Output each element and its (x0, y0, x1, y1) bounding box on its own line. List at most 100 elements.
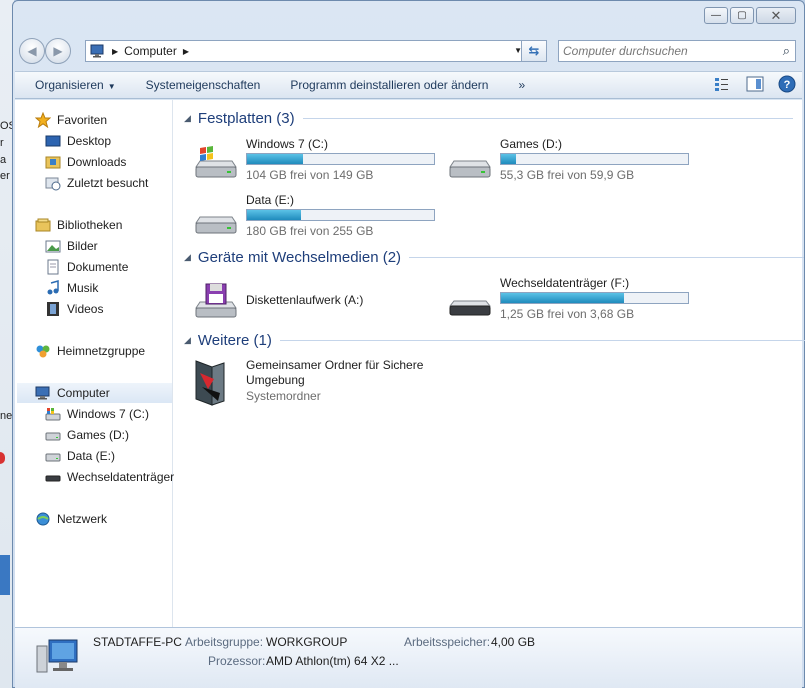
windows-drive-icon (45, 406, 61, 422)
group-header-hdd[interactable]: ◢ Festplatten (3) (184, 110, 793, 127)
nav-homegroup[interactable]: Heimnetzgruppe (35, 341, 145, 361)
nav-network[interactable]: Netzwerk (35, 509, 107, 529)
drive-name: Wechseldatenträger (F:) (500, 276, 630, 290)
address-bar: ◀ ▶ ▶ Computer ▶ ▼ ⇆ Computer durchsuche… (13, 37, 804, 65)
breadcrumb-arrow-icon[interactable]: ▶ (112, 47, 118, 56)
view-list-icon (715, 78, 728, 91)
processor-label: Prozessor: (208, 654, 266, 668)
drive-name: Games (D:) (500, 137, 563, 151)
nav-item-drive-c[interactable]: Windows 7 (C:) (45, 404, 149, 424)
nav-item-music[interactable]: Musik (45, 278, 98, 298)
nav-item-recent[interactable]: Zuletzt besucht (45, 173, 148, 193)
memory-label: Arbeitsspeicher: (404, 635, 491, 649)
background-text-fragment: ne (0, 410, 13, 422)
secure-folder-icon (195, 360, 225, 406)
background-icon-fragment (0, 452, 5, 464)
arrow-left-icon: ◀ (27, 44, 37, 58)
star-icon (35, 112, 51, 128)
nav-item-pictures[interactable]: Bilder (45, 236, 98, 256)
drive-usage-fill (247, 210, 302, 220)
hard-drive-icon (45, 448, 61, 464)
views-button[interactable] (714, 75, 732, 93)
computer-icon (36, 639, 78, 673)
documents-icon (45, 259, 61, 275)
help-icon: ? (778, 75, 796, 93)
nav-item-drive-e[interactable]: Data (E:) (45, 446, 115, 466)
maximize-button[interactable]: ▢ (730, 7, 754, 24)
address-field[interactable]: ▶ Computer ▶ ▼ (85, 40, 529, 62)
windows-drive-icon (195, 146, 237, 178)
close-button[interactable]: ✕ (756, 7, 796, 24)
nav-item-documents[interactable]: Dokumente (45, 257, 128, 277)
group-divider (279, 340, 805, 341)
collapse-triangle-icon[interactable]: ◢ (184, 335, 191, 346)
system-folder-item[interactable]: Gemeinsamer Ordner für Sichere Umgebung … (192, 358, 442, 412)
preview-pane-button[interactable] (746, 75, 764, 93)
workgroup-label: Arbeitsgruppe: (185, 635, 264, 649)
nav-item-label: Windows 7 (C:) (67, 407, 150, 421)
refresh-icon: ⇆ (528, 43, 540, 58)
nav-libraries-label: Bibliotheken (57, 218, 123, 232)
uninstall-program-button[interactable]: Programm deinstallieren oder ändern (275, 78, 503, 92)
search-input[interactable]: Computer durchsuchen ⌕ (558, 40, 796, 62)
collapse-triangle-icon[interactable]: ◢ (184, 252, 191, 263)
search-placeholder: Computer durchsuchen (563, 44, 688, 58)
back-button[interactable]: ◀ (19, 38, 45, 64)
drive-item[interactable]: Data (E:) 180 GB frei von 255 GB (192, 193, 442, 243)
nav-item-drive-d[interactable]: Games (D:) (45, 425, 129, 445)
search-icon[interactable]: ⌕ (783, 43, 790, 59)
drive-name: Diskettenlaufwerk (A:) (246, 293, 364, 307)
group-title: Geräte mit Wechselmedien (2) (197, 249, 402, 266)
nav-item-label: Bilder (67, 239, 98, 253)
floppy-item[interactable]: Diskettenlaufwerk (A:) (192, 276, 442, 326)
drive-name: Data (E:) (246, 193, 295, 207)
downloads-folder-icon (45, 154, 61, 170)
minimize-button[interactable]: — (704, 7, 728, 24)
drive-item[interactable]: Games (D:) 55,3 GB frei von 59,9 GB (446, 137, 696, 187)
explorer-window: — ▢ ✕ ◀ ▶ ▶ Computer ▶ ▼ ⇆ Computer durc… (12, 0, 805, 688)
breadcrumb-arrow-icon[interactable]: ▶ (183, 47, 189, 56)
film-icon (45, 301, 61, 317)
nav-computer-label: Computer (57, 386, 110, 400)
nav-item-videos[interactable]: Videos (45, 299, 103, 319)
navigation-pane: Favoriten Desktop Downloads Zuletzt besu… (15, 100, 174, 627)
nav-computer[interactable]: Computer (17, 383, 172, 403)
drive-item[interactable]: Windows 7 (C:) 104 GB frei von 149 GB (192, 137, 442, 187)
forward-button[interactable]: ▶ (45, 38, 71, 64)
background-text-fragment: r (0, 137, 4, 149)
breadcrumb-computer[interactable]: Computer (124, 44, 177, 58)
system-properties-button[interactable]: Systemeigenschaften (131, 78, 276, 92)
nav-item-label: Dokumente (67, 260, 129, 274)
nav-item-label: Data (E:) (67, 449, 116, 463)
drive-free-space: 180 GB frei von 255 GB (246, 224, 374, 238)
organize-menu[interactable]: Organisieren ▼ (15, 78, 131, 92)
group-header-other[interactable]: ◢ Weitere (1) (184, 332, 805, 349)
refresh-button[interactable]: ⇆ (521, 40, 547, 62)
main-pane: ◢ Festplatten (3) Windows 7 (C:) 104 GB … (174, 100, 805, 627)
nav-libraries[interactable]: Bibliotheken (35, 215, 122, 235)
nav-item-label: Zuletzt besucht (67, 176, 149, 190)
more-commands-button[interactable]: » (503, 78, 540, 92)
preview-pane-icon (746, 76, 764, 92)
details-pane: STADTAFFE-PC Arbeitsgruppe: WORKGROUP Ar… (15, 627, 802, 688)
pc-name: STADTAFFE-PC (93, 635, 182, 649)
network-icon (35, 511, 51, 527)
nav-item-downloads[interactable]: Downloads (45, 152, 126, 172)
help-button[interactable]: ? (778, 75, 796, 93)
background-taskbar-fragment (0, 555, 10, 595)
drive-name: Windows 7 (C:) (246, 137, 329, 151)
nav-item-desktop[interactable]: Desktop (45, 131, 111, 151)
nav-favorites-label: Favoriten (57, 113, 108, 127)
explorer-content: Favoriten Desktop Downloads Zuletzt besu… (15, 100, 805, 627)
drive-usage-bar (500, 292, 689, 304)
group-header-removable[interactable]: ◢ Geräte mit Wechselmedien (2) (184, 249, 805, 266)
drive-usage-bar (500, 153, 689, 165)
memory-value: 4,00 GB (491, 635, 536, 649)
drive-free-space: 1,25 GB frei von 3,68 GB (500, 307, 635, 321)
background-text-fragment: a (0, 154, 7, 166)
nav-favorites[interactable]: Favoriten (35, 110, 107, 130)
nav-item-removable[interactable]: Wechseldatenträger (45, 467, 174, 487)
collapse-triangle-icon[interactable]: ◢ (184, 113, 191, 124)
drive-item[interactable]: Wechseldatenträger (F:) 1,25 GB frei von… (446, 276, 696, 326)
item-type: Systemordner (246, 389, 321, 403)
